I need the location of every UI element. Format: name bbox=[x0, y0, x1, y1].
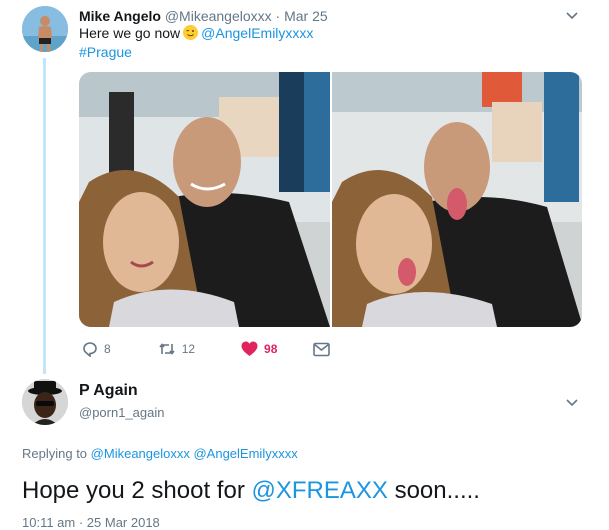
chevron-down-icon[interactable] bbox=[565, 395, 579, 412]
retweet-icon bbox=[159, 343, 175, 355]
reply-text-body: Hope you 2 shoot for bbox=[22, 477, 245, 504]
envelope-icon bbox=[313, 342, 331, 356]
tweet-text: Here we go now @AngelEmilyxxxx #Prague bbox=[79, 24, 313, 62]
like-count: 98 bbox=[264, 342, 278, 356]
winking-face-icon bbox=[183, 25, 199, 40]
reply-text-suffix: soon..... bbox=[394, 477, 480, 504]
avatar[interactable] bbox=[22, 6, 68, 52]
tweet-text-body: Here we go now bbox=[79, 25, 181, 41]
photo-2[interactable] bbox=[331, 72, 582, 327]
reply-count: 8 bbox=[104, 342, 111, 356]
avatar-image bbox=[22, 379, 68, 425]
avatar-image bbox=[22, 6, 68, 52]
retweet-button[interactable]: 12 bbox=[158, 341, 195, 357]
tweet-date[interactable]: Mar 25 bbox=[284, 8, 328, 24]
mention-link[interactable]: @XFREAXX bbox=[251, 477, 387, 504]
photo-1[interactable] bbox=[79, 72, 330, 327]
reply-icon bbox=[83, 342, 97, 357]
replying-to-line: Replying to @Mikeangeloxxx @AngelEmilyxx… bbox=[22, 446, 298, 461]
mention-link[interactable]: @AngelEmilyxxxx bbox=[201, 25, 313, 41]
tweet-actions: 8 12 98 bbox=[79, 339, 331, 359]
retweet-count: 12 bbox=[181, 342, 196, 356]
reply-mention-link[interactable]: @AngelEmilyxxxx bbox=[193, 446, 297, 461]
replying-label: Replying to bbox=[22, 446, 88, 461]
author-name[interactable]: Mike Angelo bbox=[79, 8, 161, 24]
tweet-header: Mike Angelo @Mikeangeloxxx · Mar 25 bbox=[79, 7, 328, 25]
selfie-tongue-out-image bbox=[331, 72, 582, 327]
reply-tweet-text: Hope you 2 shoot for @XFREAXX soon..... bbox=[22, 475, 480, 507]
heart-icon bbox=[241, 341, 258, 356]
like-button[interactable]: 98 bbox=[241, 341, 277, 357]
separator-dot: · bbox=[275, 8, 281, 24]
direct-message-button[interactable] bbox=[313, 342, 331, 357]
author-handle[interactable]: @porn1_again bbox=[79, 405, 164, 420]
chevron-down-icon[interactable] bbox=[565, 8, 579, 25]
hashtag-link[interactable]: #Prague bbox=[79, 44, 132, 60]
avatar[interactable] bbox=[22, 379, 68, 425]
photo-grid bbox=[79, 72, 582, 327]
reply-mention-link[interactable]: @Mikeangeloxxx bbox=[91, 446, 190, 461]
reply-button[interactable]: 8 bbox=[82, 341, 111, 357]
tweet-timestamp[interactable]: 10:11 am · 25 Mar 2018 bbox=[22, 515, 160, 530]
author-name[interactable]: P Again bbox=[79, 382, 138, 400]
thread-connector-line bbox=[43, 58, 46, 374]
selfie-smiling-image bbox=[79, 72, 330, 327]
author-handle[interactable]: @Mikeangeloxxx bbox=[165, 8, 272, 24]
